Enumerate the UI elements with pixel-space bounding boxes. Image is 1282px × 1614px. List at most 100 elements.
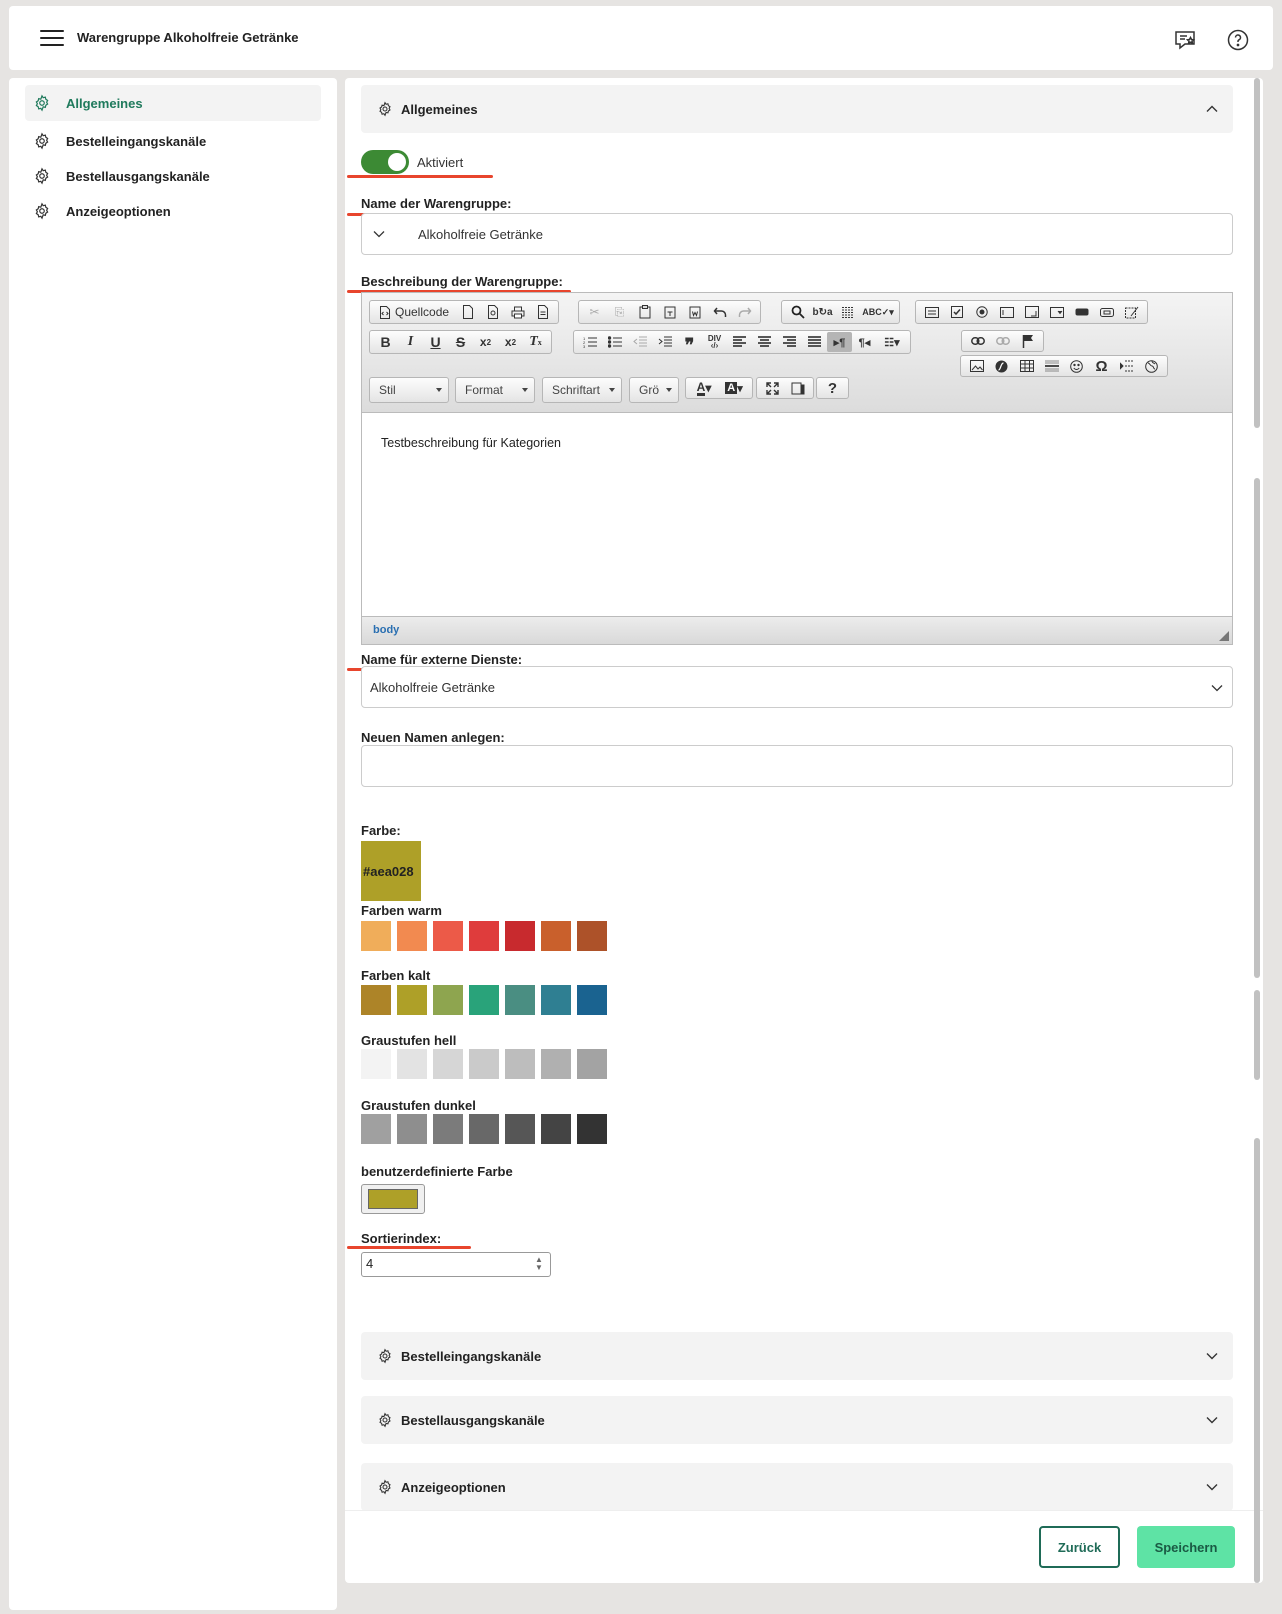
color-swatch[interactable] <box>505 1114 535 1144</box>
section-header-bestelleingangskanaele[interactable]: Bestelleingangskanäle <box>361 1332 1233 1380</box>
undo-icon[interactable] <box>707 302 732 322</box>
scrollbar[interactable] <box>1252 78 1262 1583</box>
iframe-globe-icon[interactable] <box>1139 356 1164 376</box>
feedback-star-icon[interactable] <box>1173 28 1197 52</box>
spellcheck-icon[interactable]: ABC✓▾ <box>860 302 896 322</box>
hidden-field-icon[interactable] <box>1119 302 1144 322</box>
color-swatch[interactable] <box>505 985 535 1015</box>
italic-icon[interactable]: I <box>398 332 423 352</box>
color-swatch[interactable] <box>541 921 571 951</box>
anchor-flag-icon[interactable] <box>1015 331 1040 351</box>
editor-statusbar[interactable]: body <box>362 616 1232 644</box>
sidebar-item-allgemeines[interactable]: Allgemeines <box>25 85 321 121</box>
section-header-anzeigeoptionen[interactable]: Anzeigeoptionen <box>361 1463 1233 1511</box>
checkbox-icon[interactable] <box>944 302 969 322</box>
textarea-icon[interactable] <box>1019 302 1044 322</box>
rtl-direction-icon[interactable]: ¶◂ <box>852 332 877 352</box>
horizontal-line-icon[interactable] <box>1039 356 1064 376</box>
color-swatch[interactable] <box>397 1114 427 1144</box>
sort-index-input[interactable]: 4 ▲ ▼ <box>361 1252 551 1277</box>
radio-icon[interactable] <box>969 302 994 322</box>
page-break-icon[interactable] <box>1114 356 1139 376</box>
spinner-icon[interactable]: ▲ ▼ <box>532 1256 546 1273</box>
color-swatch[interactable] <box>541 985 571 1015</box>
chevron-down-icon[interactable] <box>1205 1480 1219 1494</box>
color-swatch[interactable] <box>505 1049 535 1079</box>
name-field[interactable]: Alkoholfreie Getränke <box>361 213 1233 255</box>
underline-icon[interactable]: U <box>423 332 448 352</box>
templates-icon[interactable] <box>530 302 555 322</box>
color-swatch[interactable] <box>433 1049 463 1079</box>
image-icon[interactable] <box>964 356 989 376</box>
save-button[interactable]: Speichern <box>1137 1526 1235 1568</box>
color-swatch[interactable] <box>397 921 427 951</box>
preview-icon[interactable] <box>480 302 505 322</box>
source-button[interactable]: Quellcode <box>373 302 455 322</box>
superscript-icon[interactable]: x2 <box>498 332 523 352</box>
new-name-input[interactable] <box>361 745 1233 787</box>
active-toggle[interactable] <box>361 150 409 174</box>
paste-icon[interactable] <box>632 302 657 322</box>
color-swatch[interactable] <box>505 921 535 951</box>
hamburger-icon[interactable] <box>40 30 64 46</box>
replace-icon[interactable]: b↻a <box>810 302 835 322</box>
style-select[interactable]: Stil <box>369 377 449 403</box>
custom-color-picker[interactable] <box>361 1184 425 1214</box>
color-swatch[interactable] <box>361 921 391 951</box>
copy-icon[interactable]: ⎘ <box>607 302 632 322</box>
color-swatch[interactable] <box>577 985 607 1015</box>
color-swatch[interactable] <box>541 1114 571 1144</box>
chevron-down-icon[interactable] <box>1205 1349 1219 1363</box>
back-button[interactable]: Zurück <box>1039 1526 1120 1568</box>
color-swatch[interactable] <box>541 1049 571 1079</box>
remove-format-icon[interactable]: Tx <box>523 332 548 352</box>
table-icon[interactable] <box>1014 356 1039 376</box>
chevron-down-icon[interactable] <box>372 227 386 241</box>
color-swatch[interactable] <box>433 985 463 1015</box>
strikethrough-icon[interactable]: S <box>448 332 473 352</box>
print-icon[interactable] <box>505 302 530 322</box>
numbered-list-icon[interactable]: 123 <box>577 332 602 352</box>
color-swatch[interactable] <box>433 921 463 951</box>
section-header-allgemeines[interactable]: Allgemeines <box>361 85 1233 133</box>
select-field-icon[interactable] <box>1044 302 1069 322</box>
bg-color-icon[interactable]: A ▾ <box>719 378 749 398</box>
chevron-down-icon[interactable] <box>1205 1413 1219 1427</box>
color-swatch[interactable] <box>469 921 499 951</box>
special-char-icon[interactable]: Ω <box>1089 356 1114 376</box>
color-swatch[interactable] <box>577 1049 607 1079</box>
unlink-icon[interactable] <box>990 331 1015 351</box>
section-header-bestellausgangskanaele[interactable]: Bestellausgangskanäle <box>361 1396 1233 1444</box>
maximize-icon[interactable] <box>760 378 785 398</box>
external-name-select[interactable]: Alkoholfreie Getränke <box>361 666 1233 708</box>
paste-word-icon[interactable] <box>682 302 707 322</box>
size-select[interactable]: Grö <box>629 377 679 403</box>
resize-handle-icon[interactable] <box>1219 631 1229 641</box>
align-left-icon[interactable] <box>727 332 752 352</box>
help-icon[interactable] <box>1226 28 1250 52</box>
chevron-up-icon[interactable] <box>1205 102 1219 116</box>
color-swatch[interactable] <box>361 1049 391 1079</box>
paste-text-icon[interactable] <box>657 302 682 322</box>
show-blocks-icon[interactable] <box>785 378 810 398</box>
sidebar-item-bestellausgangskanaele[interactable]: Bestellausgangskanäle <box>25 158 321 194</box>
editor-content[interactable]: Testbeschreibung für Kategorien <box>362 414 1232 607</box>
redo-icon[interactable] <box>732 302 757 322</box>
color-swatch[interactable] <box>397 1049 427 1079</box>
indent-icon[interactable] <box>652 332 677 352</box>
color-swatch[interactable] <box>469 1049 499 1079</box>
font-select[interactable]: Schriftart <box>542 377 622 403</box>
ltr-direction-icon[interactable]: ▸¶ <box>827 332 852 352</box>
help-icon[interactable]: ? <box>820 378 845 398</box>
flash-icon[interactable] <box>989 356 1014 376</box>
language-icon[interactable]: ☷▾ <box>877 332 907 352</box>
bulleted-list-icon[interactable] <box>602 332 627 352</box>
color-swatch[interactable] <box>577 1114 607 1144</box>
textfield-icon[interactable] <box>994 302 1019 322</box>
blockquote-icon[interactable]: ❞ <box>677 332 702 355</box>
color-swatch[interactable] <box>361 985 391 1015</box>
div-container-icon[interactable]: DIV ‹/› <box>702 332 727 352</box>
new-page-icon[interactable] <box>455 302 480 322</box>
text-color-icon[interactable]: A ▾ <box>689 378 719 398</box>
subscript-icon[interactable]: x2 <box>473 332 498 352</box>
